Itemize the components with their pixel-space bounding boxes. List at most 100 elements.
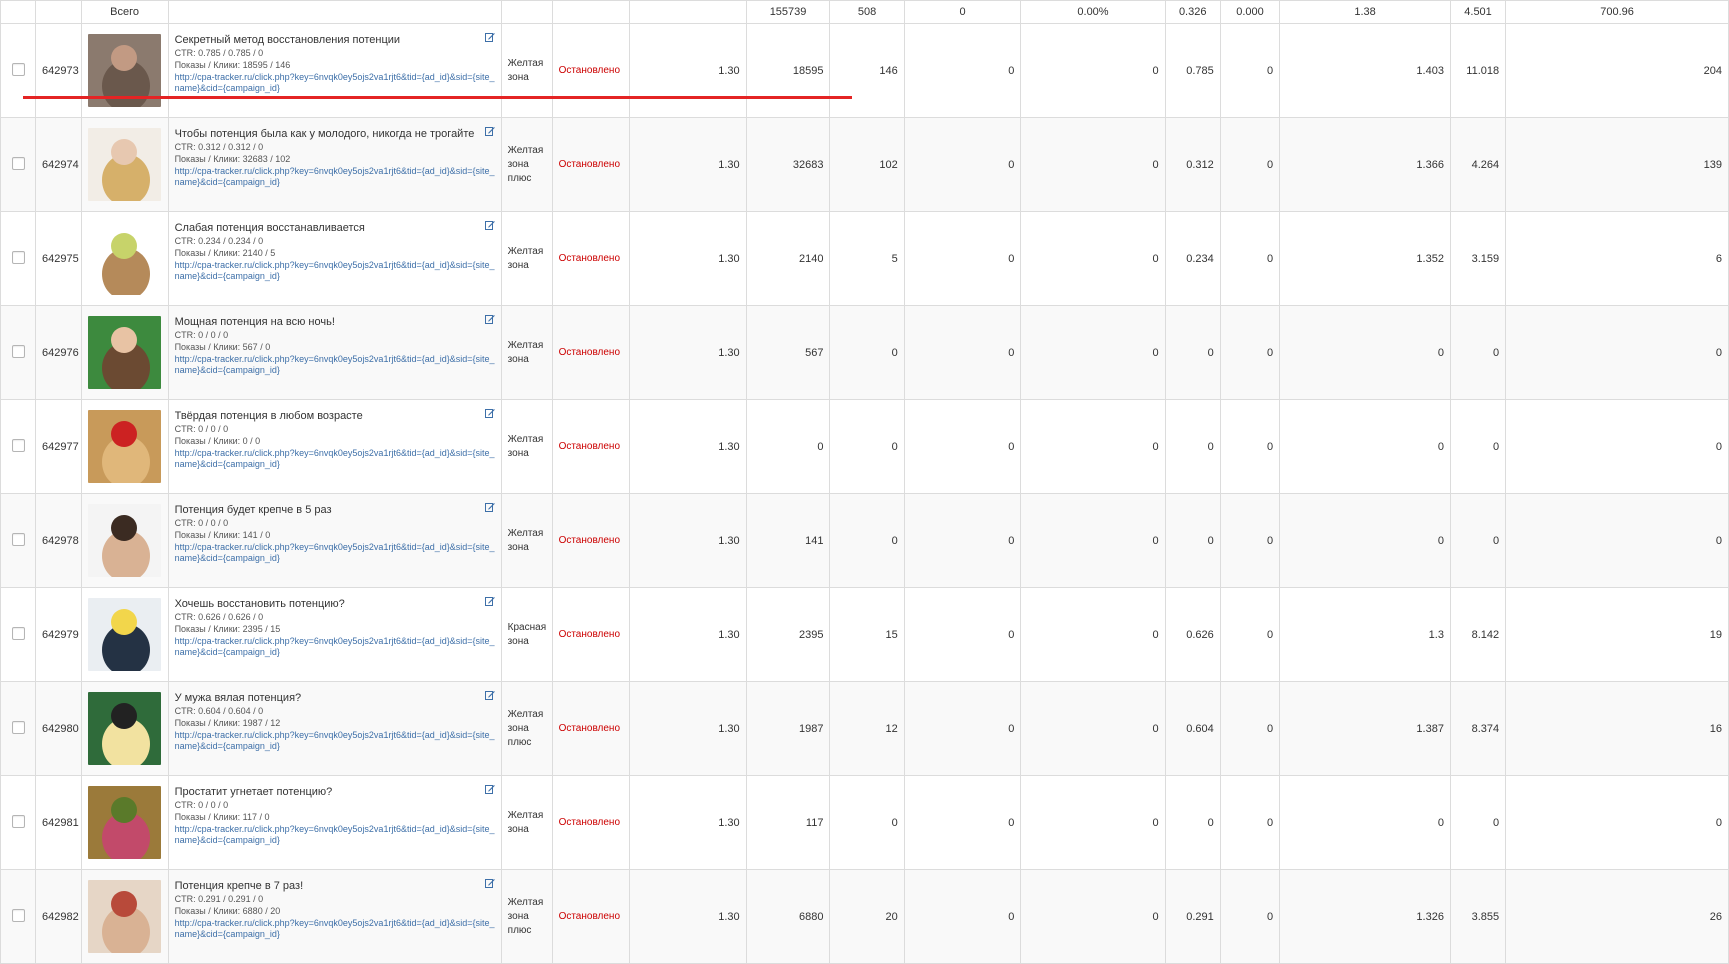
ad-status[interactable]: Остановлено bbox=[551, 23, 630, 118]
table-row: 642982 Потенция крепче в 7 раз! CTR: 0.2… bbox=[0, 869, 1729, 964]
ad-zone: Красная зона bbox=[500, 587, 553, 682]
ad-bid: 1.30 bbox=[628, 305, 747, 400]
ad-thumbnail[interactable] bbox=[88, 316, 162, 389]
row-checkbox[interactable] bbox=[11, 438, 25, 452]
row-checkbox[interactable] bbox=[11, 344, 25, 358]
ad-c2: 0 bbox=[1219, 399, 1281, 494]
ad-info: Мощная потенция на всю ночь! CTR: 0 / 0 … bbox=[167, 305, 502, 400]
edit-icon[interactable] bbox=[484, 690, 495, 700]
edit-icon[interactable] bbox=[484, 784, 495, 794]
ad-info: Слабая потенция восстанавливается CTR: 0… bbox=[167, 211, 502, 306]
totals-spent: 700.96 bbox=[1505, 0, 1729, 24]
ad-title: Чтобы потенция была как у молодого, нико… bbox=[174, 128, 475, 140]
ad-cpc: 1.366 bbox=[1279, 117, 1451, 212]
ad-status[interactable]: Остановлено bbox=[551, 587, 630, 682]
ad-thumbnail[interactable] bbox=[88, 598, 162, 671]
ad-link[interactable]: http://cpa-tracker.ru/click.php?key=6nvq… bbox=[175, 448, 495, 470]
ad-link[interactable]: http://cpa-tracker.ru/click.php?key=6nvq… bbox=[175, 354, 495, 376]
ad-link[interactable]: http://cpa-tracker.ru/click.php?key=6nvq… bbox=[175, 542, 495, 564]
ad-ctr: CTR: 0 / 0 / 0 bbox=[174, 330, 229, 340]
ad-ctr: CTR: 0 / 0 / 0 bbox=[174, 800, 229, 810]
row-checkbox[interactable] bbox=[11, 908, 25, 922]
row-checkbox[interactable] bbox=[11, 814, 25, 828]
ad-info: Хочешь восстановить потенцию? CTR: 0.626… bbox=[167, 587, 502, 682]
table-row: 642979 Хочешь восстановить потенцию? CTR… bbox=[0, 587, 1729, 682]
ad-id: 642973 bbox=[35, 23, 82, 118]
ad-shows: 32683 bbox=[745, 117, 831, 212]
ad-bid: 1.30 bbox=[628, 23, 747, 118]
edit-icon[interactable] bbox=[484, 126, 495, 136]
ad-c0: 0 bbox=[903, 23, 1022, 118]
ad-thumbnail[interactable] bbox=[88, 880, 162, 953]
ad-link[interactable]: http://cpa-tracker.ru/click.php?key=6nvq… bbox=[175, 636, 495, 658]
ad-status[interactable]: Остановлено bbox=[551, 681, 630, 776]
row-checkbox[interactable] bbox=[11, 156, 25, 170]
ad-c2: 0 bbox=[1219, 493, 1281, 588]
ad-clicks: 0 bbox=[829, 493, 905, 588]
ad-c2: 0 bbox=[1219, 869, 1281, 964]
highlight-underline bbox=[23, 96, 852, 99]
ad-stats: Показы / Клики: 2140 / 5 bbox=[174, 248, 276, 258]
row-checkbox[interactable] bbox=[11, 62, 25, 76]
totals-ctr: 0.326 bbox=[1164, 0, 1221, 24]
ad-spent: 204 bbox=[1505, 23, 1729, 118]
ad-status[interactable]: Остановлено bbox=[551, 117, 630, 212]
ad-epc: 0 bbox=[1449, 493, 1507, 588]
ad-link[interactable]: http://cpa-tracker.ru/click.php?key=6nvq… bbox=[175, 918, 495, 940]
ad-epc: 0 bbox=[1449, 775, 1507, 870]
ad-ctr-value: 0 bbox=[1164, 493, 1221, 588]
ad-status[interactable]: Остановлено bbox=[551, 211, 630, 306]
ad-info: У мужа вялая потенция? CTR: 0.604 / 0.60… bbox=[167, 681, 502, 776]
ad-c0: 0 bbox=[903, 399, 1022, 494]
row-checkbox[interactable] bbox=[11, 720, 25, 734]
row-checkbox[interactable] bbox=[11, 532, 25, 546]
ad-ctr-value: 0 bbox=[1164, 399, 1221, 494]
ad-status[interactable]: Остановлено bbox=[551, 399, 630, 494]
ad-thumbnail[interactable] bbox=[88, 692, 162, 765]
ad-bid: 1.30 bbox=[628, 775, 747, 870]
ad-info: Твёрдая потенция в любом возрасте CTR: 0… bbox=[167, 399, 502, 494]
ad-thumbnail[interactable] bbox=[88, 410, 162, 483]
ad-clicks: 0 bbox=[829, 775, 905, 870]
ad-thumbnail[interactable] bbox=[88, 128, 162, 201]
ad-cpc: 0 bbox=[1279, 493, 1451, 588]
ad-info: Простатит угнетает потенцию? CTR: 0 / 0 … bbox=[167, 775, 502, 870]
ad-ctr-value: 0.312 bbox=[1164, 117, 1221, 212]
ad-title: У мужа вялая потенция? bbox=[174, 692, 302, 704]
ad-c1: 0 bbox=[1020, 681, 1166, 776]
ad-c2: 0 bbox=[1219, 775, 1281, 870]
edit-icon[interactable] bbox=[484, 878, 495, 888]
ad-stats: Показы / Клики: 2395 / 15 bbox=[174, 624, 281, 634]
ad-cpc: 0 bbox=[1279, 305, 1451, 400]
ad-thumbnail[interactable] bbox=[88, 222, 162, 295]
totals-c1: 0.000 bbox=[1219, 0, 1281, 24]
ad-thumbnail[interactable] bbox=[88, 786, 162, 859]
ad-info: Чтобы потенция была как у молодого, нико… bbox=[167, 117, 502, 212]
edit-icon[interactable] bbox=[484, 596, 495, 606]
ad-id: 642978 bbox=[35, 493, 82, 588]
ad-link[interactable]: http://cpa-tracker.ru/click.php?key=6nvq… bbox=[175, 824, 495, 846]
ad-thumbnail[interactable] bbox=[88, 504, 162, 577]
ad-c1: 0 bbox=[1020, 399, 1166, 494]
ad-id: 642980 bbox=[35, 681, 82, 776]
edit-icon[interactable] bbox=[484, 408, 495, 418]
row-checkbox[interactable] bbox=[11, 250, 25, 264]
ad-status[interactable]: Остановлено bbox=[551, 493, 630, 588]
row-checkbox[interactable] bbox=[11, 626, 25, 640]
ad-c0: 0 bbox=[903, 681, 1022, 776]
ad-ctr-value: 0.785 bbox=[1164, 23, 1221, 118]
edit-icon[interactable] bbox=[484, 32, 495, 42]
ad-status[interactable]: Остановлено bbox=[551, 775, 630, 870]
edit-icon[interactable] bbox=[484, 220, 495, 230]
ad-link[interactable]: http://cpa-tracker.ru/click.php?key=6nvq… bbox=[175, 72, 495, 94]
ad-status[interactable]: Остановлено bbox=[551, 305, 630, 400]
ad-link[interactable]: http://cpa-tracker.ru/click.php?key=6nvq… bbox=[175, 260, 495, 282]
ad-link[interactable]: http://cpa-tracker.ru/click.php?key=6nvq… bbox=[175, 166, 495, 188]
ad-link[interactable]: http://cpa-tracker.ru/click.php?key=6nvq… bbox=[175, 730, 495, 752]
ad-status[interactable]: Остановлено bbox=[551, 869, 630, 964]
ad-cpc: 1.326 bbox=[1279, 869, 1451, 964]
edit-icon[interactable] bbox=[484, 502, 495, 512]
ads-table: Всего 155739 508 0 0.00% 0.326 0.000 1.3… bbox=[0, 0, 1729, 964]
edit-icon[interactable] bbox=[484, 314, 495, 324]
ad-shows: 0 bbox=[745, 399, 831, 494]
